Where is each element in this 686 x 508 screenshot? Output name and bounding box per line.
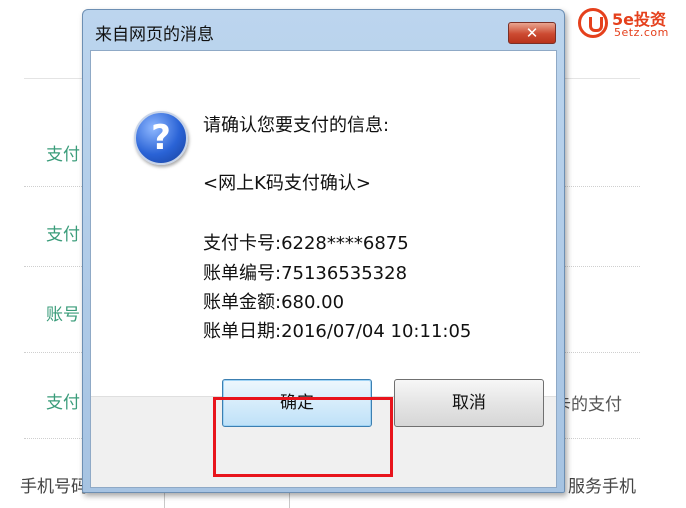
dialog-title: 来自网页的消息 bbox=[95, 25, 214, 45]
cancel-button-label: 取消 bbox=[452, 393, 486, 413]
dialog-message-area: ? 请确认您要支付的信息: <网上K码支付确认> 支付卡号:6228****68… bbox=[91, 51, 556, 396]
message-bill-amount: 账单金额:680.00 bbox=[203, 292, 345, 313]
highlight-box bbox=[213, 397, 393, 477]
close-icon: ✕ bbox=[525, 24, 539, 42]
message-prompt: 请确认您要支付的信息: bbox=[203, 115, 390, 136]
background-label-pay-2: 支付 bbox=[46, 225, 80, 245]
background-label-account: 账号 bbox=[46, 305, 80, 325]
question-icon: ? bbox=[134, 111, 188, 165]
background-label-pay-3: 支付 bbox=[46, 393, 80, 413]
dialog-titlebar[interactable]: 来自网页的消息 ✕ bbox=[83, 10, 564, 50]
background-bottom-right-text: 服务手机 bbox=[568, 477, 636, 497]
message-subject: <网上K码支付确认> bbox=[203, 173, 371, 194]
logo-icon bbox=[578, 8, 608, 38]
watermark-logo: 5e投资 5etz.com bbox=[578, 6, 682, 40]
background-bottom-left-text: 手机号码 bbox=[20, 477, 88, 497]
message-bill-number: 账单编号:75136535328 bbox=[203, 263, 408, 284]
cancel-button[interactable]: 取消 bbox=[394, 379, 544, 427]
message-card-number: 支付卡号:6228****6875 bbox=[203, 233, 409, 254]
close-button[interactable]: ✕ bbox=[508, 22, 556, 44]
message-bill-date: 账单日期:2016/07/04 10:11:05 bbox=[203, 321, 472, 342]
logo-url: 5etz.com bbox=[614, 26, 669, 39]
background-label-pay-1: 支付 bbox=[46, 145, 80, 165]
